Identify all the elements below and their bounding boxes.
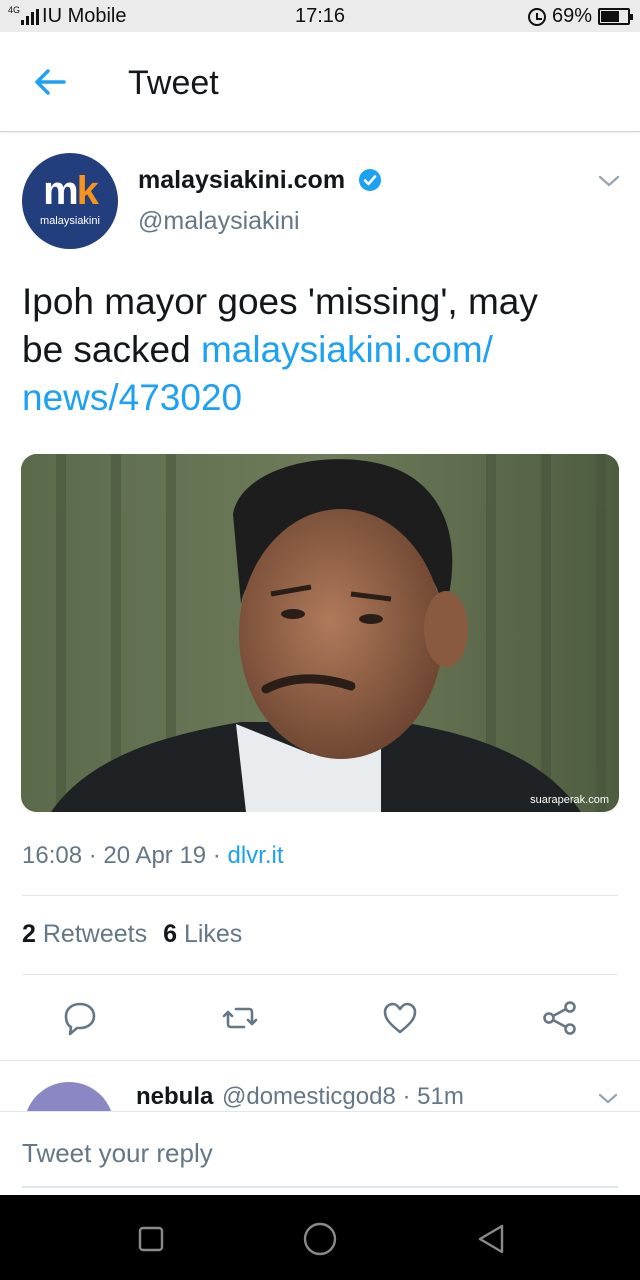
tweet-menu-chevron-icon[interactable]: [596, 172, 622, 190]
likes-label: Likes: [183, 920, 243, 948]
reply-composer: Tweet your reply: [0, 1111, 640, 1195]
tweet-time: 16:08: [22, 842, 83, 869]
recents-icon[interactable]: [131, 1219, 171, 1259]
likes-count: 6: [163, 920, 177, 948]
battery-fill: [601, 11, 619, 22]
tweet-photo[interactable]: suaraperak.com: [21, 454, 619, 812]
author-handle[interactable]: @malaysiakini: [138, 207, 300, 236]
author-display-name[interactable]: malaysiakini.com: [138, 166, 345, 195]
back-button[interactable]: [30, 64, 70, 100]
divider: [22, 895, 618, 896]
reply-preview[interactable]: nebula @domesticgod8 · 51m: [0, 1061, 640, 1111]
likes-stat[interactable]: 6 Likes: [163, 920, 242, 948]
reply-icon[interactable]: [60, 998, 100, 1038]
reply-author-name: nebula: [136, 1083, 214, 1110]
tweet-link-part2[interactable]: news/473020: [22, 377, 242, 418]
photo-image: [21, 454, 619, 812]
tweet-source-link[interactable]: dlvr.it: [227, 842, 283, 869]
nav-back-icon[interactable]: [471, 1219, 511, 1259]
share-icon[interactable]: [540, 998, 580, 1038]
photo-credit: suaraperak.com: [530, 794, 609, 806]
reply-avatar[interactable]: [24, 1082, 114, 1111]
divider: [22, 974, 618, 975]
battery-icon: [598, 8, 633, 25]
system-nav-bar: [0, 1195, 640, 1280]
logo-caption: malaysiakini: [40, 215, 100, 227]
page-title: Tweet: [128, 64, 219, 102]
tweet-timestamp: 16:08 · 20 Apr 19 · dlvr.it: [22, 842, 283, 870]
reply-meta: @domesticgod8 · 51m: [222, 1083, 464, 1111]
meta-separator: ·: [395, 1083, 418, 1110]
reply-input[interactable]: Tweet your reply: [22, 1138, 213, 1169]
tweet-text: Ipoh mayor goes 'missing', may be sacked…: [22, 278, 582, 422]
app-header: Tweet: [0, 32, 640, 132]
logo-mark: mk: [43, 169, 99, 213]
retweets-count: 2: [22, 920, 36, 948]
like-icon[interactable]: [380, 998, 420, 1038]
alarm-icon: [527, 7, 546, 26]
back-arrow-icon: [35, 69, 66, 95]
reply-author-handle: @domesticgod8: [222, 1083, 396, 1110]
reply-menu-chevron-icon[interactable]: [596, 1091, 620, 1107]
tweet-link-part1[interactable]: malaysiakini.com/: [201, 329, 493, 370]
home-icon[interactable]: [300, 1219, 340, 1259]
meta-separator: ·: [206, 842, 228, 869]
retweets-label: Retweets: [42, 920, 148, 948]
retweet-icon[interactable]: [220, 998, 260, 1038]
status-indicators: 69%: [527, 5, 633, 28]
reply-age: 51m: [417, 1083, 464, 1110]
author-avatar[interactable]: mk malaysiakini: [22, 153, 118, 249]
meta-separator: ·: [82, 842, 104, 869]
battery-percent: 69%: [551, 5, 592, 27]
retweets-stat[interactable]: 2 Retweets: [22, 920, 147, 948]
engagement-counts: 2 Retweets 6 Likes: [22, 920, 242, 949]
verified-badge-icon: [359, 169, 381, 191]
tweet-date: 20 Apr 19: [103, 842, 207, 869]
composer-underline: [22, 1186, 618, 1188]
status-bar: 4G IU Mobile 17:16 69%: [0, 0, 640, 32]
